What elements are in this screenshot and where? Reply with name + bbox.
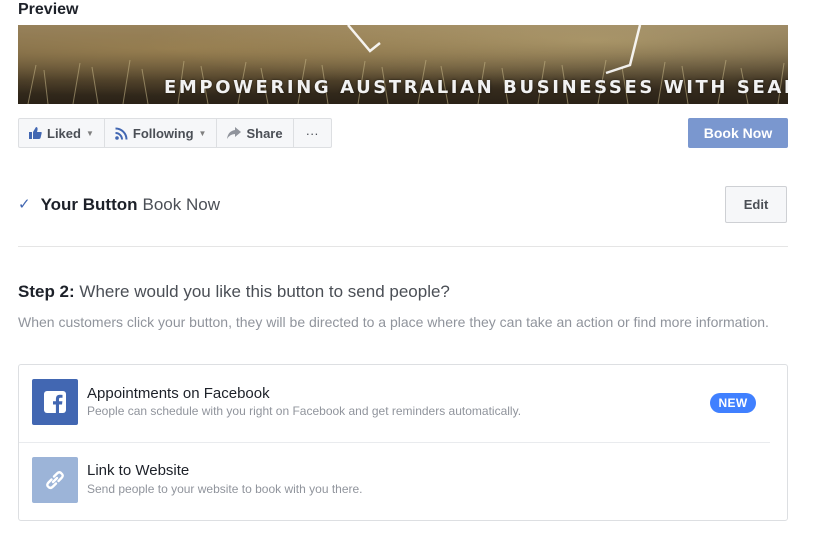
thumbs-up-icon (29, 127, 42, 139)
step2-heading: Step 2: Where would you like this button… (18, 281, 450, 303)
step-number: Step 2: (18, 282, 75, 301)
following-label: Following (132, 125, 194, 141)
option-link-to-website[interactable]: Link to Website Send people to your webs… (19, 443, 787, 521)
checkmark-icon: ✓ (18, 196, 31, 213)
cover-photo: EMPOWERING AUSTRALIAN BUSINESSES WITH SE… (18, 25, 788, 104)
destination-options: Appointments on Facebook People can sche… (18, 364, 788, 521)
edit-button[interactable]: Edit (725, 186, 787, 223)
liked-button[interactable]: Liked ▼ (19, 119, 105, 147)
more-button[interactable]: ··· (294, 119, 331, 147)
liked-label: Liked (47, 125, 81, 141)
share-button[interactable]: Share (217, 119, 294, 147)
facebook-icon (32, 379, 78, 425)
cover-text: EMPOWERING AUSTRALIAN BUSINESSES WITH SE… (164, 77, 788, 98)
your-button-label: Your Button (40, 195, 138, 214)
chevron-down-icon: ▼ (85, 128, 94, 138)
more-icon: ··· (305, 125, 319, 141)
option-title: Appointments on Facebook (87, 385, 270, 402)
book-now-button[interactable]: Book Now (688, 118, 788, 148)
step-question: Where would you like this button to send… (79, 282, 450, 301)
rss-icon (115, 127, 128, 140)
preview-title: Preview (18, 1, 79, 18)
your-button-value: Book Now (142, 195, 220, 214)
option-subtitle: Send people to your website to book with… (87, 482, 363, 496)
chevron-down-icon: ▼ (198, 128, 207, 138)
option-appointments-on-facebook[interactable]: Appointments on Facebook People can sche… (19, 365, 787, 443)
new-badge: NEW (710, 393, 756, 413)
option-subtitle: People can schedule with you right on Fa… (87, 404, 522, 418)
step-description: When customers click your button, they w… (18, 314, 769, 330)
page-action-bar: Liked ▼ Following ▼ Share ··· (18, 118, 332, 148)
link-icon (32, 457, 78, 503)
following-button[interactable]: Following ▼ (105, 119, 218, 147)
your-button-row: ✓ Your Button Book Now (18, 193, 220, 217)
option-title: Link to Website (87, 462, 190, 479)
share-label: Share (246, 125, 283, 141)
divider (18, 246, 788, 247)
share-arrow-icon (227, 127, 242, 139)
